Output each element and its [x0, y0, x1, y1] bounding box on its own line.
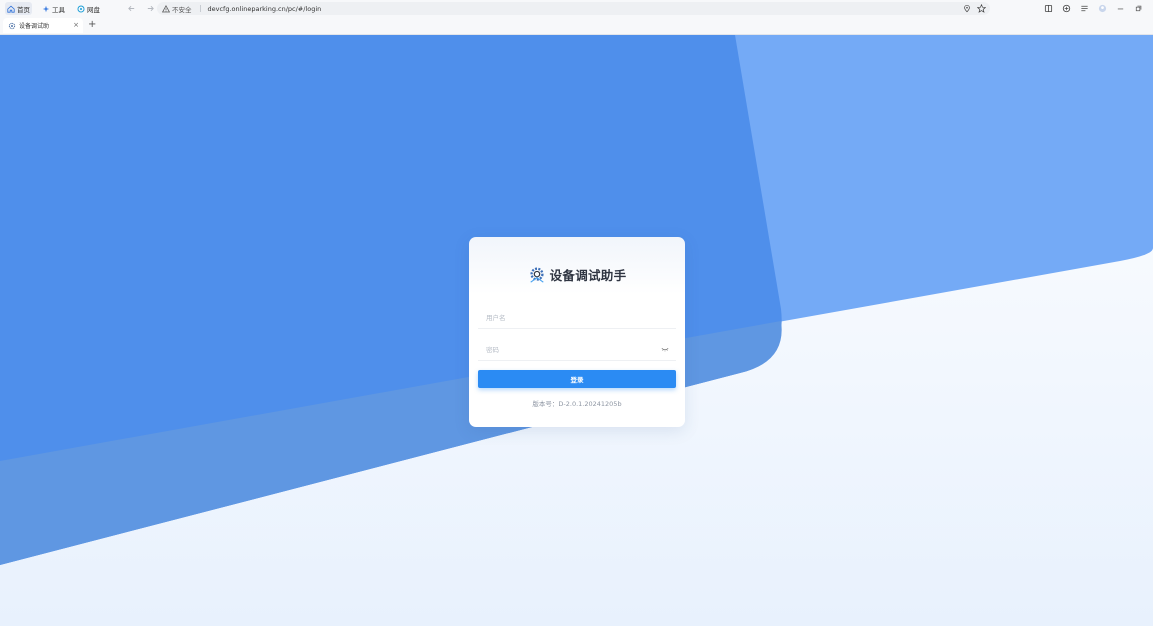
restore-button[interactable] [1133, 3, 1144, 14]
username-input[interactable] [486, 313, 656, 322]
tab-strip: 设备调试助 × + [0, 17, 1153, 35]
password-field[interactable] [478, 339, 676, 361]
quick-link-home[interactable]: 首页 [5, 2, 32, 15]
password-input[interactable] [486, 345, 656, 354]
extensions-button[interactable] [1061, 3, 1072, 14]
cloud-drive-icon [77, 4, 85, 13]
warning-icon [162, 4, 170, 12]
login-button[interactable]: 登录 [478, 370, 676, 388]
minimize-button[interactable] [1115, 3, 1126, 14]
arrow-left-icon [127, 5, 134, 12]
book-icon [1044, 4, 1053, 13]
eye-hidden-icon[interactable] [661, 345, 669, 353]
browser-toolbar: 首页 工具 网盘 不安全 devcfg.onlineparking.cn/pc/… [0, 0, 1153, 17]
arrow-right-icon [147, 5, 154, 12]
new-tab-button[interactable]: + [88, 19, 96, 31]
puzzle-icon [1062, 4, 1071, 13]
page-title: 设备调试助手 [549, 268, 627, 283]
restore-icon [1135, 5, 1142, 12]
settings-gear-logo-icon [529, 267, 544, 283]
back-button[interactable] [126, 4, 136, 14]
quick-links: 首页 工具 网盘 [0, 0, 102, 17]
address-actions [963, 4, 986, 13]
tools-icon [42, 5, 50, 12]
home-icon [7, 5, 15, 13]
favicon-gear-icon [8, 22, 16, 29]
version-label: 版本号：D-2.0.1.20241205b [532, 400, 622, 408]
quick-link-cloud-drive[interactable]: 网盘 [75, 2, 102, 15]
security-label: 不安全 [172, 5, 192, 14]
reading-button[interactable] [1043, 3, 1054, 14]
username-field[interactable] [478, 307, 676, 329]
address-divider [199, 5, 201, 12]
menu-icon [1081, 5, 1088, 12]
quick-link-tools[interactable]: 工具 [40, 2, 67, 15]
quick-link-home-label: 首页 [17, 5, 30, 14]
url-text[interactable]: devcfg.onlineparking.cn/pc/#/login [208, 5, 322, 13]
security-indicator[interactable]: 不安全 [162, 4, 192, 14]
tab-close-button[interactable]: × [73, 21, 79, 29]
login-page: 设备调试助手 登录 版本号：D-2.0.1.20241205b [0, 35, 1153, 626]
menu-button[interactable] [1079, 3, 1090, 14]
forward-button[interactable] [145, 4, 155, 14]
tab-title: 设备调试助 [19, 23, 50, 30]
login-header: 设备调试助手 [469, 265, 685, 284]
star-icon[interactable] [977, 4, 986, 13]
quick-link-tools-label: 工具 [52, 5, 65, 14]
quick-link-cloud-drive-label: 网盘 [87, 5, 100, 14]
tab-login-page[interactable]: 设备调试助 × [3, 18, 83, 33]
avatar-icon [1098, 4, 1107, 13]
location-icon[interactable] [963, 4, 971, 13]
window-tools [1043, 3, 1153, 14]
minimize-icon [1117, 8, 1124, 10]
profile-button[interactable] [1097, 3, 1108, 14]
address-bar[interactable]: 不安全 devcfg.onlineparking.cn/pc/#/login [157, 2, 990, 15]
